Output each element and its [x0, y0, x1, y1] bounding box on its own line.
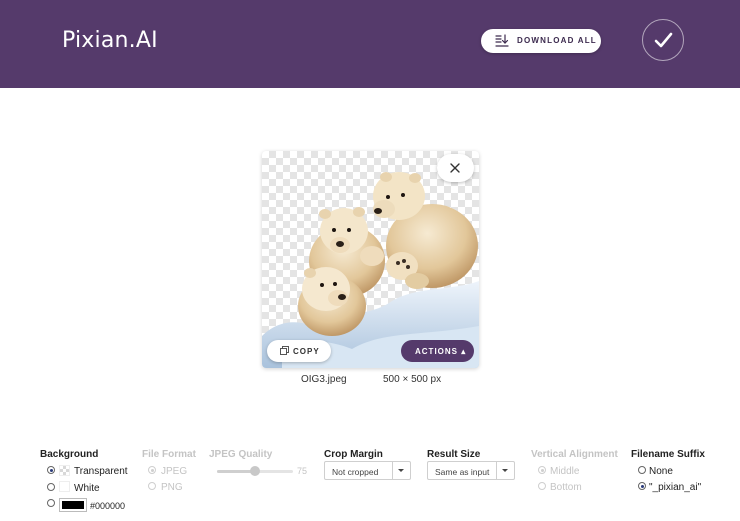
- actions-label: ACTIONS: [415, 347, 458, 356]
- chevron-down-icon: [398, 469, 404, 472]
- crop-margin-value: Not cropped: [332, 467, 379, 477]
- chevron-down-icon: [502, 469, 508, 472]
- image-filename: OIG3.jpeg: [301, 374, 347, 385]
- app-logo[interactable]: Pixian.AI: [62, 28, 158, 53]
- actions-menu-button[interactable]: ACTIONS ▴: [401, 340, 474, 362]
- file-format-png-radio[interactable]: [148, 482, 156, 490]
- vertical-alignment-title: Vertical Alignment: [531, 449, 618, 460]
- background-color-radio[interactable]: [47, 499, 55, 507]
- file-format-jpeg-label: JPEG: [161, 466, 188, 477]
- background-white-radio[interactable]: [47, 483, 55, 491]
- background-white-label: White: [74, 483, 100, 494]
- background-color-label: #000000: [90, 501, 126, 511]
- copy-label: COPY: [293, 347, 320, 356]
- filename-suffix-title: Filename Suffix: [631, 449, 705, 460]
- filename-suffix-pixian-radio[interactable]: [638, 482, 646, 490]
- background-color-picker[interactable]: [59, 498, 87, 512]
- crop-margin-select[interactable]: Not cropped: [324, 461, 411, 480]
- filename-suffix-none-radio[interactable]: [638, 466, 646, 474]
- copy-icon: [280, 346, 289, 355]
- vertical-alignment-bottom-radio[interactable]: [538, 482, 546, 490]
- transparent-swatch-icon: [59, 465, 70, 476]
- image-dimensions: 500 × 500 px: [383, 374, 442, 385]
- close-icon: [450, 163, 460, 173]
- result-size-select[interactable]: Same as input: [427, 461, 515, 480]
- app-header: Pixian.AI DOWNLOAD ALL: [0, 0, 740, 88]
- filename-suffix-none-label: None: [649, 466, 673, 477]
- download-all-button[interactable]: DOWNLOAD ALL: [481, 29, 601, 53]
- jpeg-quality-value: 75: [297, 466, 308, 476]
- result-size-value: Same as input: [435, 467, 490, 477]
- caret-up-icon: ▴: [461, 347, 467, 356]
- file-format-jpeg-radio[interactable]: [148, 466, 156, 474]
- checkmark-icon: [654, 32, 673, 48]
- background-transparent-label: Transparent: [74, 466, 128, 477]
- white-swatch-icon: [59, 481, 70, 492]
- background-title: Background: [40, 449, 99, 460]
- vertical-alignment-middle-radio[interactable]: [538, 466, 546, 474]
- result-size-title: Result Size: [427, 449, 481, 460]
- copy-button[interactable]: COPY: [267, 340, 331, 362]
- file-format-png-label: PNG: [161, 482, 183, 493]
- remove-image-button[interactable]: [437, 154, 474, 182]
- vertical-alignment-middle-label: Middle: [550, 466, 580, 477]
- polar-bears-image: [262, 172, 479, 368]
- crop-margin-title: Crop Margin: [324, 449, 383, 460]
- file-format-title: File Format: [142, 449, 196, 460]
- jpeg-quality-title: JPEG Quality: [209, 449, 273, 460]
- background-transparent-radio[interactable]: [47, 466, 55, 474]
- done-button[interactable]: [642, 19, 684, 61]
- download-list-icon: [495, 34, 509, 47]
- vertical-alignment-bottom-label: Bottom: [550, 482, 582, 493]
- download-all-label: DOWNLOAD ALL: [517, 36, 597, 45]
- image-preview-card: [262, 151, 479, 368]
- filename-suffix-pixian-label: "_pixian_ai": [649, 482, 702, 493]
- jpeg-quality-slider-thumb[interactable]: [250, 466, 260, 476]
